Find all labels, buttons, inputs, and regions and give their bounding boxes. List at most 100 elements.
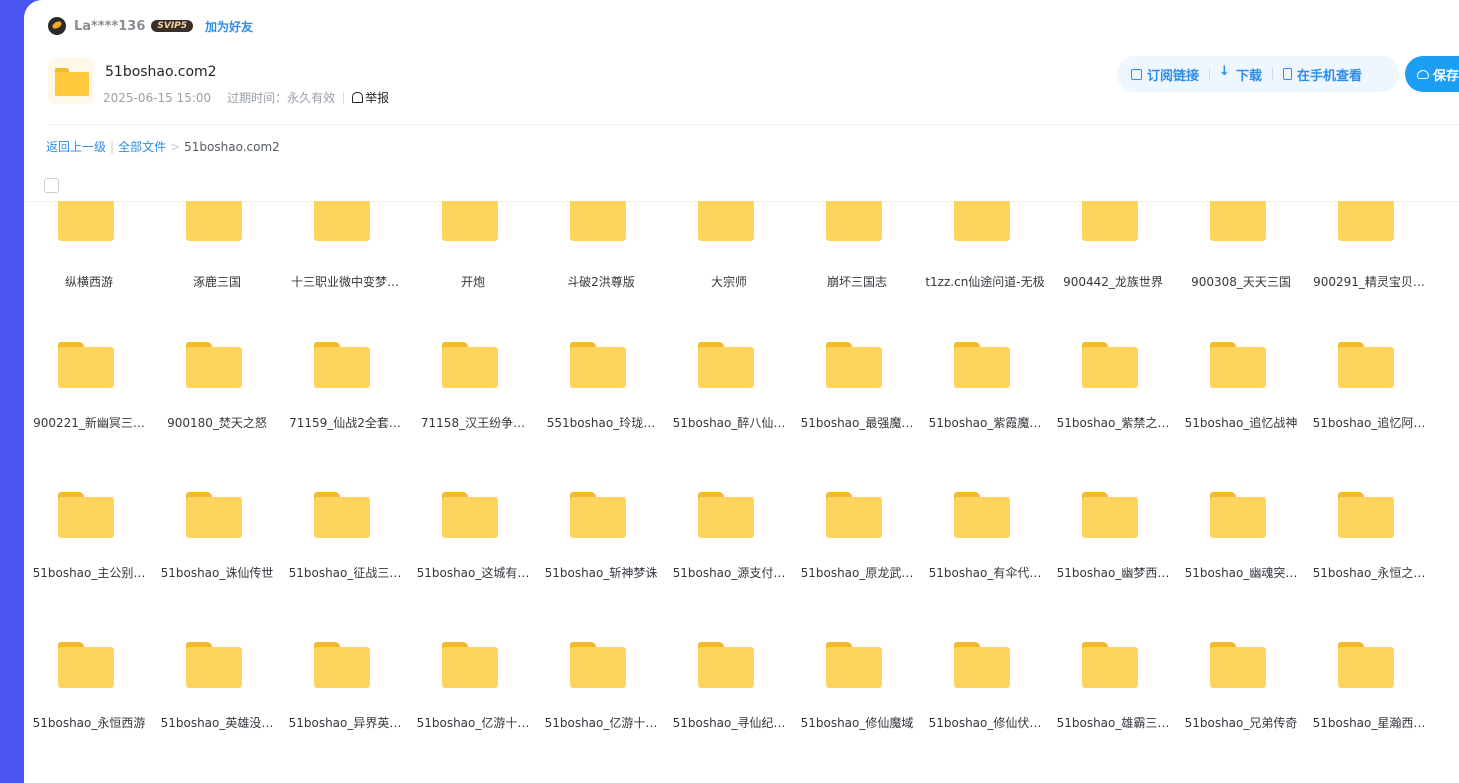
file-name: 涿鹿三国 bbox=[192, 275, 241, 289]
file-name: 十三职业微中变梦… bbox=[290, 275, 399, 289]
file-name: 51boshao_紫禁之… bbox=[1056, 416, 1170, 430]
file-name: 51boshao_追忆阿… bbox=[1312, 416, 1426, 430]
file-item[interactable]: 51boshao_追忆战神 bbox=[1181, 292, 1301, 430]
folder-icon bbox=[826, 342, 882, 388]
file-item[interactable]: 51boshao_主公别… bbox=[29, 442, 149, 580]
file-name: 51boshao_修仙伏… bbox=[928, 716, 1042, 730]
file-item[interactable]: 51boshao_雄霸三… bbox=[1053, 592, 1173, 730]
file-item[interactable]: 51boshao_幽魂突… bbox=[1181, 442, 1301, 580]
file-name: 纵横西游 bbox=[64, 275, 113, 289]
file-item[interactable]: 大宗师 bbox=[669, 150, 789, 289]
file-item[interactable]: 崩坏三国志 bbox=[797, 150, 917, 289]
file-name: 斗破2洪尊版 bbox=[567, 275, 635, 289]
file-name: 51boshao_主公别… bbox=[32, 566, 146, 580]
file-item[interactable]: 51boshao_源支付… bbox=[669, 442, 789, 580]
file-item[interactable]: 51boshao_有伞代… bbox=[925, 442, 1045, 580]
file-item[interactable]: 900180_焚天之怒 bbox=[157, 292, 277, 430]
folder-icon bbox=[314, 492, 370, 538]
file-name: 51boshao_斩神梦诛 bbox=[544, 566, 658, 580]
file-item[interactable]: 十三职业微中变梦… bbox=[285, 150, 405, 289]
folder-icon bbox=[58, 201, 114, 241]
file-name: 900308_天天三国 bbox=[1191, 275, 1291, 289]
folder-icon bbox=[442, 342, 498, 388]
folder-icon bbox=[954, 342, 1010, 388]
file-item[interactable]: 51boshao_星瀚西… bbox=[1309, 592, 1429, 730]
file-item[interactable]: 51boshao_永恒西游 bbox=[29, 592, 149, 730]
file-grid: 纵横西游 涿鹿三国 十三职业微中变梦… 开炮 斗破2洪尊版 大宗师 崩坏三国志 t1zz.cn… bbox=[24, 0, 1459, 783]
file-item[interactable]: 斗破2洪尊版 bbox=[541, 150, 661, 289]
share-page-panel: La****136 SVIP5 加为好友 51boshao.com2 2025-… bbox=[24, 0, 1459, 783]
file-name: 51boshao_英雄没… bbox=[160, 716, 274, 730]
file-name: 51boshao_亿游十… bbox=[544, 716, 658, 730]
file-item[interactable]: 900442_龙族世界 bbox=[1053, 150, 1173, 289]
file-item[interactable]: 51boshao_征战三… bbox=[285, 442, 405, 580]
folder-icon bbox=[186, 492, 242, 538]
file-item[interactable]: 900308_天天三国 bbox=[1181, 150, 1301, 289]
file-item[interactable]: 51boshao_这城有… bbox=[413, 442, 533, 580]
file-item[interactable]: 51boshao_原龙武… bbox=[797, 442, 917, 580]
folder-icon bbox=[1338, 492, 1394, 538]
file-item[interactable]: 51boshao_异界英… bbox=[285, 592, 405, 730]
file-item[interactable]: 51boshao_亿游十… bbox=[541, 592, 661, 730]
file-name: 51boshao_追忆战神 bbox=[1184, 416, 1298, 430]
file-name: 51boshao_永恒西游 bbox=[32, 716, 146, 730]
folder-icon bbox=[1210, 642, 1266, 688]
file-name: 51boshao_源支付… bbox=[672, 566, 786, 580]
folder-icon bbox=[1082, 342, 1138, 388]
file-item[interactable]: 51boshao_修仙魔域 bbox=[797, 592, 917, 730]
folder-icon bbox=[570, 342, 626, 388]
file-name: 71159_仙战2全套… bbox=[289, 416, 401, 430]
file-item[interactable]: 71158_汉王纷争… bbox=[413, 292, 533, 430]
file-item[interactable]: 51boshao_寻仙纪… bbox=[669, 592, 789, 730]
file-name: 51boshao_有伞代… bbox=[928, 566, 1042, 580]
file-name: 51boshao_最强魔… bbox=[800, 416, 914, 430]
file-item[interactable]: 51boshao_紫霞魔… bbox=[925, 292, 1045, 430]
file-name: 51boshao_醉八仙… bbox=[672, 416, 786, 430]
folder-icon bbox=[1338, 342, 1394, 388]
file-item[interactable]: 51boshao_亿游十… bbox=[413, 592, 533, 730]
file-name: 51boshao_原龙武… bbox=[800, 566, 914, 580]
file-name: 51boshao_征战三… bbox=[288, 566, 402, 580]
file-item[interactable]: 51boshao_诛仙传世 bbox=[157, 442, 277, 580]
file-name: 51boshao_永恒之… bbox=[1312, 566, 1426, 580]
file-item[interactable]: 51boshao_幽梦西… bbox=[1053, 442, 1173, 580]
file-item[interactable]: 900291_精灵宝贝… bbox=[1309, 150, 1429, 289]
file-name: 551boshao_玲珑… bbox=[546, 416, 656, 430]
file-item[interactable]: 51boshao_紫禁之… bbox=[1053, 292, 1173, 430]
file-item[interactable]: 51boshao_追忆阿… bbox=[1309, 292, 1429, 430]
folder-icon bbox=[1210, 492, 1266, 538]
folder-icon bbox=[698, 201, 754, 241]
file-name: 51boshao_诛仙传世 bbox=[160, 566, 274, 580]
file-name: 51boshao_这城有… bbox=[416, 566, 530, 580]
file-item[interactable]: 71159_仙战2全套… bbox=[285, 292, 405, 430]
file-item[interactable]: 900221_新幽冥三… bbox=[29, 292, 149, 430]
folder-icon bbox=[570, 642, 626, 688]
file-item[interactable]: 51boshao_兄弟传奇 bbox=[1181, 592, 1301, 730]
file-name: 900442_龙族世界 bbox=[1063, 275, 1163, 289]
file-item[interactable]: 551boshao_玲珑… bbox=[541, 292, 661, 430]
file-item[interactable]: 51boshao_斩神梦诛 bbox=[541, 442, 661, 580]
file-name: 开炮 bbox=[460, 275, 485, 289]
file-item[interactable]: 涿鹿三国 bbox=[157, 150, 277, 289]
file-name: 900221_新幽冥三… bbox=[33, 416, 145, 430]
file-item[interactable]: t1zz.cn仙途问道-无极 bbox=[925, 150, 1045, 289]
folder-icon bbox=[58, 342, 114, 388]
folder-icon bbox=[1210, 342, 1266, 388]
file-item[interactable]: 51boshao_永恒之… bbox=[1309, 442, 1429, 580]
folder-icon bbox=[442, 492, 498, 538]
file-item[interactable]: 51boshao_英雄没… bbox=[157, 592, 277, 730]
file-name: 51boshao_兄弟传奇 bbox=[1184, 716, 1298, 730]
file-name: 51boshao_紫霞魔… bbox=[928, 416, 1042, 430]
file-name: 51boshao_雄霸三… bbox=[1056, 716, 1170, 730]
file-item[interactable]: 开炮 bbox=[413, 150, 533, 289]
file-item[interactable]: 51boshao_最强魔… bbox=[797, 292, 917, 430]
folder-icon bbox=[1338, 201, 1394, 241]
file-name: 51boshao_星瀚西… bbox=[1312, 716, 1426, 730]
folder-icon bbox=[314, 342, 370, 388]
file-name: 51boshao_异界英… bbox=[288, 716, 402, 730]
file-item[interactable]: 51boshao_修仙伏… bbox=[925, 592, 1045, 730]
folder-icon bbox=[698, 342, 754, 388]
file-item[interactable]: 51boshao_醉八仙… bbox=[669, 292, 789, 430]
file-item[interactable]: 纵横西游 bbox=[29, 150, 149, 289]
folder-icon bbox=[186, 342, 242, 388]
